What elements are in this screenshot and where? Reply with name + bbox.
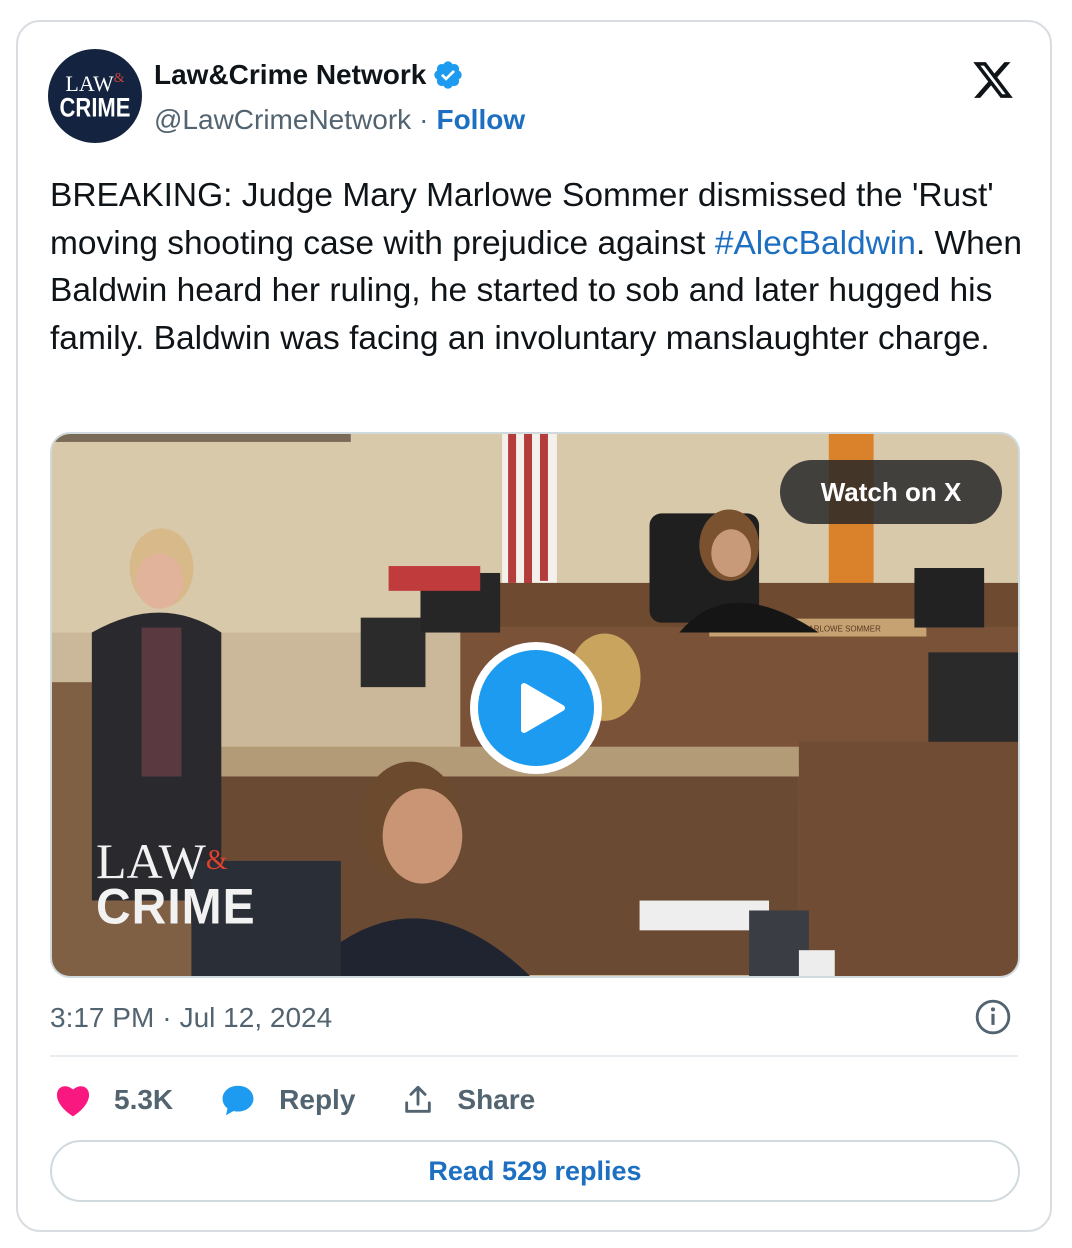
video-player[interactable]: HON. MARY MARLOWE SOMMER Watch on X LAW&… (50, 432, 1020, 978)
flag-graphic (502, 434, 557, 588)
like-count: 5.3K (114, 1084, 174, 1115)
timestamp-separator: · (162, 1002, 172, 1033)
tweet-text: BREAKING: Judge Mary Marlowe Sommer dism… (50, 172, 1030, 362)
tweet-date: Jul 12, 2024 (179, 1002, 333, 1033)
info-icon[interactable] (974, 998, 1012, 1036)
tweet-card: LAW& CRIME Law&Crime Network @LawCrimeNe… (16, 20, 1052, 1232)
author-handle[interactable]: @LawCrimeNetwork (154, 104, 411, 136)
play-circle (478, 650, 594, 766)
reply-bubble-icon (222, 1085, 254, 1116)
timestamp[interactable]: 3:17 PM · Jul 12, 2024 (50, 1000, 332, 1036)
share-label: Share (457, 1084, 536, 1115)
watermark-line2: CRIME (96, 879, 256, 936)
action-bar: 5.3K Reply Share (54, 1078, 581, 1122)
divider (50, 1055, 1018, 1057)
separator-dot: · (419, 104, 429, 135)
avatar-logo-line2: CRIME (59, 92, 131, 123)
x-logo-icon[interactable] (970, 58, 1016, 102)
tweet-time: 3:17 PM (50, 1002, 155, 1033)
verified-badge-icon (434, 61, 462, 89)
author-name-row: Law&Crime Network (154, 58, 464, 92)
play-icon (521, 683, 565, 733)
share-icon (405, 1085, 432, 1113)
law-crime-watermark: LAW& CRIME (96, 833, 256, 936)
play-button[interactable] (470, 642, 602, 774)
profile-avatar[interactable]: LAW& CRIME (48, 49, 142, 143)
hashtag-link[interactable]: #AlecBaldwin (715, 225, 916, 262)
watch-on-x-button[interactable]: Watch on X (780, 460, 1002, 524)
heart-icon (56, 1086, 90, 1117)
follow-button[interactable]: Follow (436, 104, 525, 136)
read-replies-button[interactable]: Read 529 replies (50, 1140, 1020, 1202)
like-button[interactable]: 5.3K (54, 1083, 173, 1117)
watermark-line1: LAW& (96, 833, 228, 889)
share-button[interactable]: Share (401, 1083, 535, 1117)
reply-button[interactable]: Reply (219, 1082, 355, 1118)
author-handle-row: @LawCrimeNetwork · Follow (154, 102, 525, 138)
reply-label: Reply (279, 1084, 356, 1115)
author-name[interactable]: Law&Crime Network (154, 59, 426, 91)
